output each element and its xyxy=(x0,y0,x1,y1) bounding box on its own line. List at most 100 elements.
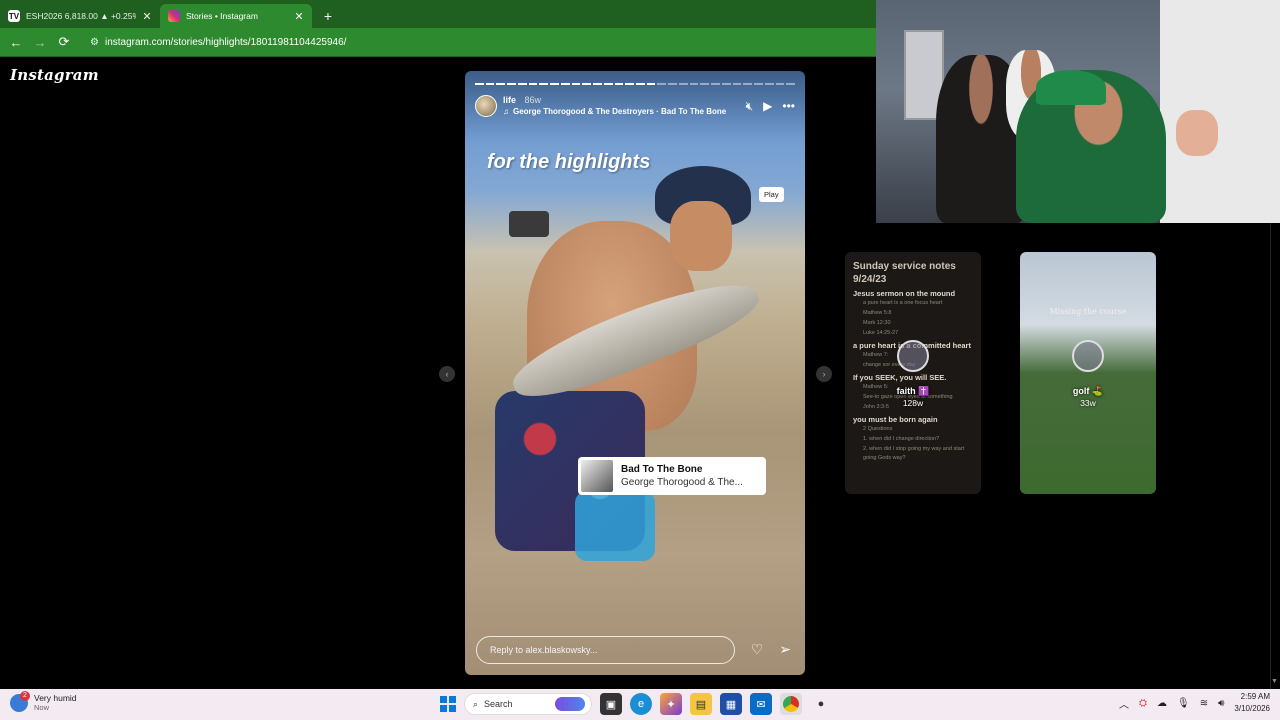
tray-app-icon[interactable]: ⛭ xyxy=(1139,698,1147,709)
progress-segment xyxy=(550,83,559,85)
send-icon[interactable]: ➢ xyxy=(779,641,791,658)
preview-label: golf ⛳ xyxy=(1072,386,1104,396)
previous-story-icon[interactable]: ‹ xyxy=(439,366,455,382)
progress-segment xyxy=(668,83,677,85)
microphone-icon[interactable]: 🎙︎ xyxy=(1177,698,1190,709)
truck-image xyxy=(509,211,549,237)
preview-age: 128w xyxy=(902,398,924,408)
new-tab-button[interactable]: + xyxy=(316,4,340,28)
tab-instagram[interactable]: Stories • Instagram ✕ xyxy=(160,4,312,28)
progress-segment xyxy=(711,83,720,85)
notes-line: Luke 14:25-27 xyxy=(863,330,899,336)
edge-icon[interactable]: e xyxy=(630,693,652,715)
tab-title: Stories • Instagram xyxy=(186,11,258,21)
app-icon[interactable]: ● xyxy=(810,693,832,715)
story-header: life 86w ♫ George Thorogood & The Destroy… xyxy=(475,93,795,119)
weather-widget[interactable]: 2 Very humid Now xyxy=(10,690,77,712)
notes-line: you must be born again xyxy=(853,415,938,424)
chrome-icon[interactable] xyxy=(780,693,802,715)
music-note-icon: ♫ xyxy=(503,107,509,116)
progress-segment xyxy=(539,83,549,85)
system-tray: ︿ ⛭ ☁ 🎙︎ ≋ 🔊︎ 2:59 AM 3/10/2026 xyxy=(1119,691,1270,715)
progress-segment xyxy=(743,83,753,85)
clock[interactable]: 2:59 AM 3/10/2026 xyxy=(1234,691,1270,715)
weather-icon: 2 xyxy=(10,690,30,712)
cloud-icon[interactable]: ☁ xyxy=(1157,698,1167,709)
forward-icon[interactable]: → xyxy=(30,32,50,52)
progress-segment xyxy=(625,83,635,85)
progress-segment xyxy=(775,83,785,85)
taskbar-apps: ⌕ Search ▣ e ✦ ▤ ▦ ✉ ● xyxy=(440,693,832,715)
url-text: instagram.com/stories/highlights/1801198… xyxy=(104,36,347,48)
progress-segment xyxy=(485,83,495,85)
more-options-icon[interactable]: ••• xyxy=(782,99,795,113)
clock-date: 3/10/2026 xyxy=(1234,704,1270,713)
search-label: Search xyxy=(484,699,513,709)
preview-avatar xyxy=(897,340,929,372)
story-overlay-text: for the highlights xyxy=(487,151,651,173)
story-preview-golf[interactable]: Missing the course golf ⛳ 33w xyxy=(1020,252,1156,494)
store-icon[interactable]: ▦ xyxy=(720,693,742,715)
copilot-banner-icon xyxy=(555,697,585,711)
notes-list: Jesus sermon on the mound a pure heart is… xyxy=(853,289,973,463)
face-image xyxy=(670,201,732,271)
story-preview-faith[interactable]: Sunday service notes 9/24/23 Jesus sermo… xyxy=(845,252,981,494)
close-tab-icon[interactable]: ✕ xyxy=(294,10,304,23)
progress-segment xyxy=(507,83,516,85)
mute-icon[interactable]: 🔇︎ xyxy=(746,99,754,114)
search-icon: ⌕ xyxy=(473,698,479,709)
chevron-up-icon[interactable]: ︿ xyxy=(1119,696,1129,711)
sticker-title: Bad To The Bone xyxy=(621,464,703,475)
task-view-icon[interactable]: ▣ xyxy=(600,693,622,715)
story-music[interactable]: George Thorogood & The Destroyers · Bad … xyxy=(513,107,726,116)
windows-start-icon[interactable] xyxy=(440,696,456,712)
notes-line: 2 Questions xyxy=(863,426,893,432)
copilot-icon[interactable]: ✦ xyxy=(660,693,682,715)
progress-segment xyxy=(475,83,484,85)
music-sticker[interactable]: Bad To The Bone George Thorogood & The..… xyxy=(578,457,766,495)
notes-title: Sunday service notes 9/24/23 xyxy=(853,261,956,285)
wifi-icon[interactable]: ≋ xyxy=(1200,698,1208,709)
progress-segment xyxy=(603,83,613,85)
preview-avatar xyxy=(1072,340,1104,372)
golf-caption: Missing the course xyxy=(1049,307,1127,316)
progress-segment xyxy=(528,83,538,85)
scrollbar[interactable] xyxy=(1270,223,1280,689)
instagram-icon xyxy=(168,10,180,22)
heart-icon[interactable]: ♡ xyxy=(751,641,764,658)
play-icon[interactable]: ▶ xyxy=(763,99,772,113)
reply-input[interactable]: Reply to alex.blaskowsky... xyxy=(476,636,735,664)
progress-segment xyxy=(582,83,592,85)
browser-toolbar: ← → ⟳ ⚙ instagram.com/stories/highlights… xyxy=(0,28,876,57)
back-icon[interactable]: ← xyxy=(6,32,26,52)
address-bar[interactable]: ⚙ instagram.com/stories/highlights/18011… xyxy=(84,31,876,53)
avatar[interactable] xyxy=(475,95,497,117)
wall-image xyxy=(1160,0,1280,223)
tab-tradingview[interactable]: TV ESH2026 6,818.00 ▲ +0.25% Tr ✕ xyxy=(0,4,160,28)
outlook-icon[interactable]: ✉ xyxy=(750,693,772,715)
reload-icon[interactable]: ⟳ xyxy=(54,32,74,52)
close-tab-icon[interactable]: ✕ xyxy=(142,10,152,23)
instagram-logo[interactable]: Instagram xyxy=(10,66,99,84)
notification-badge: 2 xyxy=(20,690,30,701)
next-story-icon[interactable]: › xyxy=(816,366,832,382)
play-tooltip: Play xyxy=(759,187,784,202)
progress-segment xyxy=(721,83,731,85)
site-info-icon[interactable]: ⚙ xyxy=(90,37,99,48)
progress-segment xyxy=(786,83,796,85)
story-username[interactable]: life xyxy=(503,95,516,105)
progress-segment xyxy=(657,83,667,85)
progress-segment xyxy=(614,83,624,85)
progress-segment xyxy=(754,83,763,85)
progress-segment xyxy=(732,83,742,85)
file-explorer-icon[interactable]: ▤ xyxy=(690,693,712,715)
hand-image xyxy=(1176,110,1218,156)
taskbar: 2 Very humid Now ⌕ Search ▣ e ✦ ▤ ▦ ✉ ● … xyxy=(0,689,1280,720)
volume-icon[interactable]: 🔊︎ xyxy=(1218,698,1224,709)
progress-segment xyxy=(636,83,645,85)
preview-label: faith ✝️ xyxy=(896,386,930,396)
taskbar-search[interactable]: ⌕ Search xyxy=(464,693,592,715)
story-progress xyxy=(475,83,796,85)
clock-time: 2:59 AM xyxy=(1240,692,1270,701)
scroll-down-icon[interactable]: ▼ xyxy=(1271,678,1278,685)
